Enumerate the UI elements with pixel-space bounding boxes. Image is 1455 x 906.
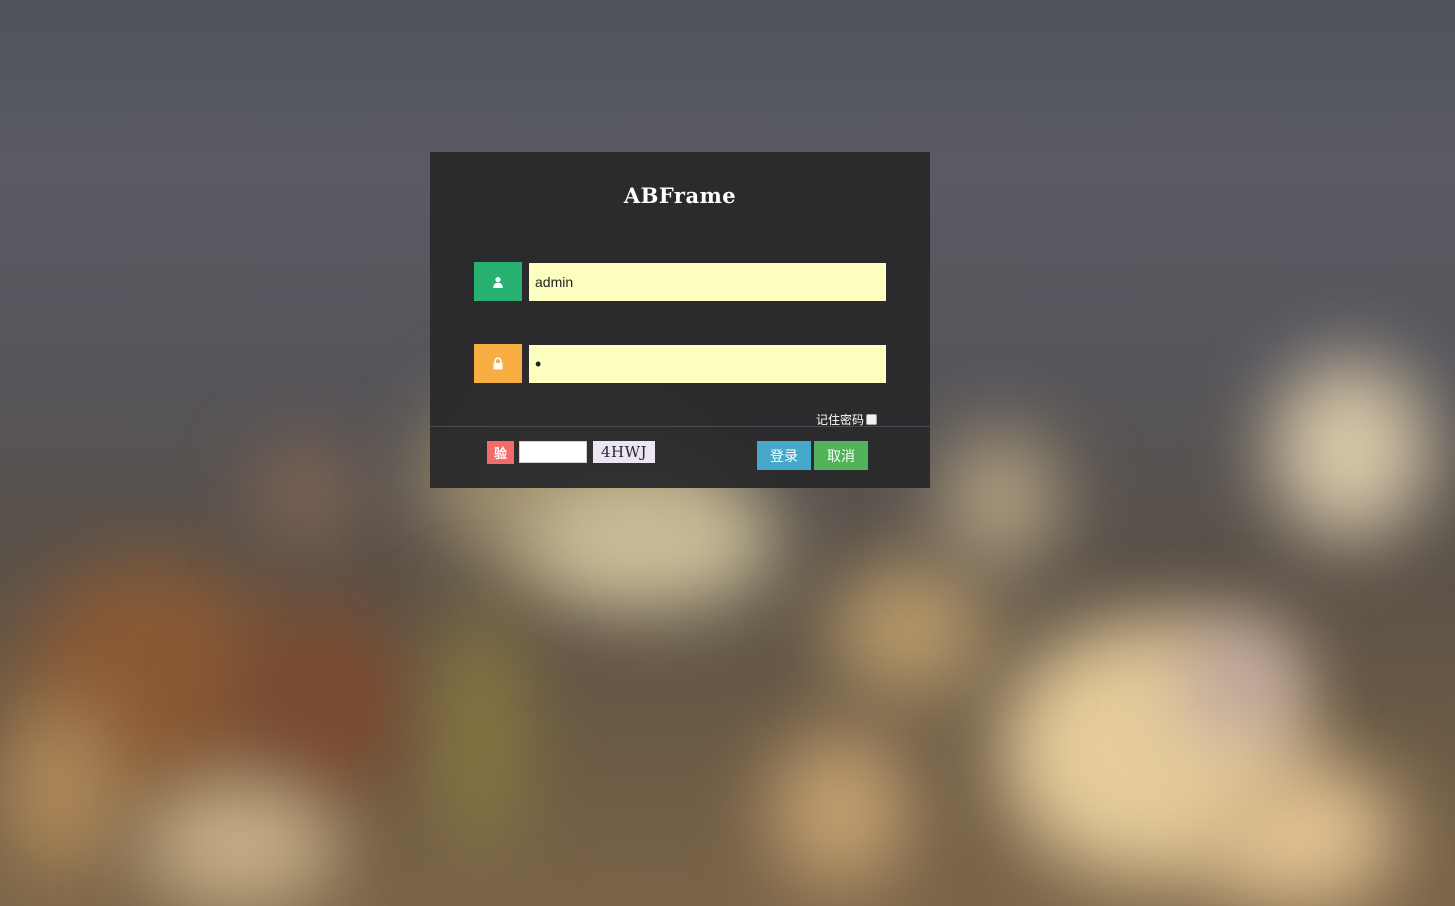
app-title: ABFrame: [623, 183, 737, 208]
remember-password-checkbox[interactable]: [866, 414, 878, 425]
verify-code-input[interactable]: [519, 441, 587, 463]
username-input[interactable]: [529, 263, 886, 301]
password-input[interactable]: •: [529, 345, 886, 383]
captcha-image[interactable]: 4HWJ: [593, 441, 655, 463]
login-button[interactable]: 登录: [757, 441, 811, 470]
password-mask: •: [535, 353, 544, 374]
divider: [430, 426, 930, 427]
cancel-button[interactable]: 取消: [814, 441, 868, 470]
user-icon: [493, 276, 503, 288]
verify-label: 验: [487, 441, 514, 464]
lock-icon-box: [474, 344, 522, 383]
lock-icon: [493, 357, 503, 370]
user-icon-box: [474, 262, 522, 301]
